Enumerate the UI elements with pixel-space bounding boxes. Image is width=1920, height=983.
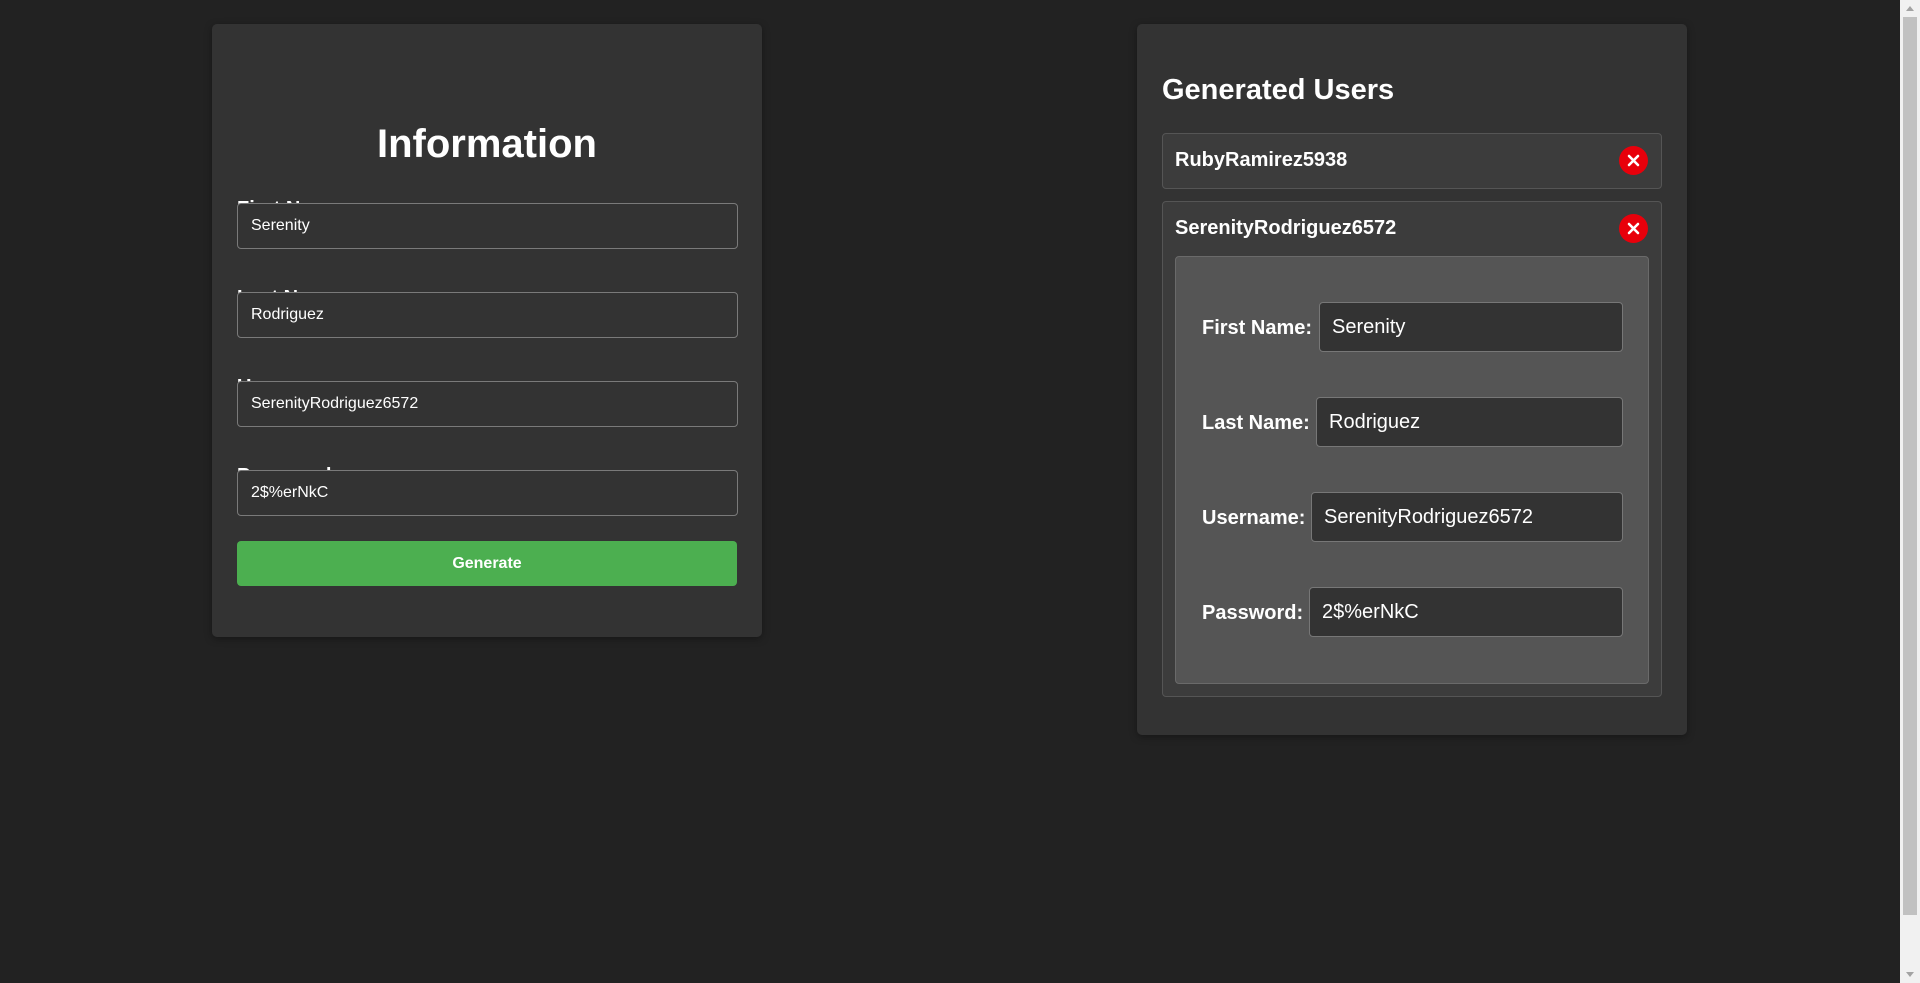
chevron-up-icon: [1906, 6, 1914, 11]
detail-first-name-input[interactable]: [1319, 302, 1623, 352]
last-name-input[interactable]: [237, 292, 738, 338]
detail-username-input[interactable]: [1311, 492, 1623, 542]
generated-users-panel: Generated Users RubyRamirez5938 Serenity…: [1137, 24, 1687, 735]
chevron-down-icon: [1906, 972, 1914, 977]
detail-password-label: Password:: [1202, 602, 1304, 624]
detail-first-name-label: First Name:: [1202, 317, 1313, 339]
scroll-down-arrow[interactable]: [1900, 966, 1920, 983]
user-card[interactable]: RubyRamirez5938: [1162, 133, 1662, 189]
user-card-username: SerenityRodriguez6572: [1175, 217, 1397, 239]
scroll-up-arrow[interactable]: [1900, 0, 1920, 17]
user-card-expanded[interactable]: SerenityRodriguez6572 First Name: Last N…: [1162, 201, 1662, 697]
user-card-username: RubyRamirez5938: [1175, 149, 1348, 171]
generated-users-title: Generated Users: [1162, 74, 1395, 106]
page-scrollbar[interactable]: [1900, 0, 1920, 983]
close-icon: [1627, 222, 1640, 235]
detail-last-name-label: Last Name:: [1202, 412, 1310, 434]
detail-last-name-input[interactable]: [1316, 397, 1623, 447]
username-input[interactable]: [237, 381, 738, 427]
delete-user-button[interactable]: [1619, 146, 1648, 175]
close-icon: [1627, 154, 1640, 167]
detail-username-label: Username:: [1202, 507, 1306, 529]
information-title: Information: [377, 122, 597, 166]
delete-user-button[interactable]: [1619, 214, 1648, 243]
information-panel: Information First Name: Last Name: Usern…: [212, 24, 762, 637]
detail-password-input[interactable]: [1309, 587, 1623, 637]
scroll-thumb[interactable]: [1903, 17, 1917, 915]
password-input[interactable]: [237, 470, 738, 516]
first-name-input[interactable]: [237, 203, 738, 249]
generate-button[interactable]: Generate: [237, 541, 737, 586]
user-details: First Name: Last Name: Username: Passwor…: [1175, 256, 1649, 684]
